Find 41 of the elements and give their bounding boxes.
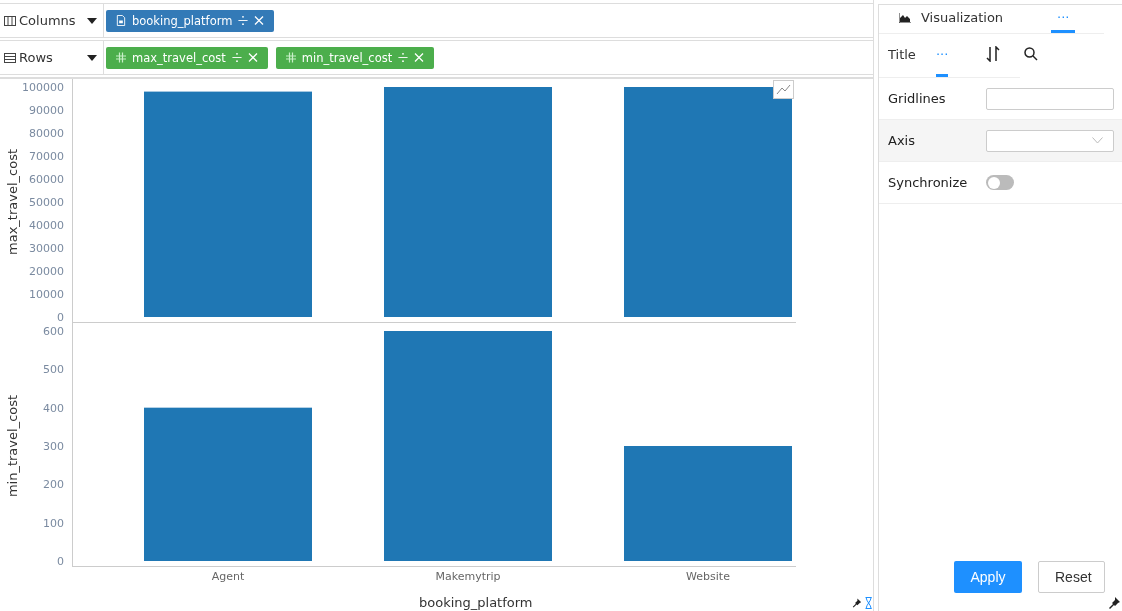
- tick-label: 0: [57, 555, 64, 568]
- category-label: Website: [686, 570, 730, 583]
- tick-label: 200: [43, 478, 64, 492]
- tick-label: 90000: [29, 104, 64, 117]
- tick-label: 30000: [29, 242, 64, 255]
- panel-subtab[interactable]: ···: [935, 34, 949, 77]
- tick-label: 100: [43, 516, 64, 530]
- tick-label: 70000: [29, 150, 64, 163]
- panel-subtab[interactable]: Title: [888, 34, 916, 77]
- shelf-label: Columns: [19, 13, 77, 28]
- tick-label: 600: [43, 325, 64, 338]
- field-pill[interactable]: min_travel_cost: [275, 46, 435, 69]
- axis-title: min_travel_cost: [5, 394, 20, 498]
- tick-label: 80000: [29, 127, 64, 140]
- axis-title: booking_platform: [419, 595, 533, 610]
- pill-label: max_travel_cost: [132, 50, 226, 65]
- panel-tab[interactable]: ···: [1051, 5, 1076, 33]
- tick-label: 300: [43, 440, 64, 453]
- tick-label: 0: [57, 311, 64, 323]
- tick-label: 20000: [29, 265, 64, 278]
- pill-label: booking_platform: [132, 13, 233, 28]
- panel-tab[interactable]: Visualization: [879, 5, 1035, 33]
- tick-label: 60000: [29, 173, 64, 186]
- tick-label: 50000: [29, 196, 64, 209]
- property-label: Axis: [888, 133, 916, 148]
- category-label: Agent: [211, 570, 245, 583]
- apply-button[interactable]: Apply: [954, 561, 1022, 593]
- field-pill[interactable]: booking_platform: [106, 9, 275, 32]
- tick-label: 400: [43, 401, 64, 415]
- shelf-label: Rows: [19, 50, 54, 65]
- field-pill[interactable]: max_travel_cost: [106, 46, 268, 69]
- tick-label: 100000: [22, 81, 64, 94]
- axis-title: max_travel_cost: [5, 149, 20, 255]
- tick-label: 10000: [29, 288, 64, 301]
- tick-label: 500: [43, 363, 64, 377]
- property-label: Gridlines: [888, 91, 947, 106]
- tick-label: 40000: [29, 219, 64, 232]
- property-label: Synchronize: [888, 175, 969, 190]
- reset-button[interactable]: Reset: [1038, 561, 1105, 593]
- pill-label: min_travel_cost: [301, 50, 393, 65]
- category-label: Makemytrip: [435, 570, 501, 583]
